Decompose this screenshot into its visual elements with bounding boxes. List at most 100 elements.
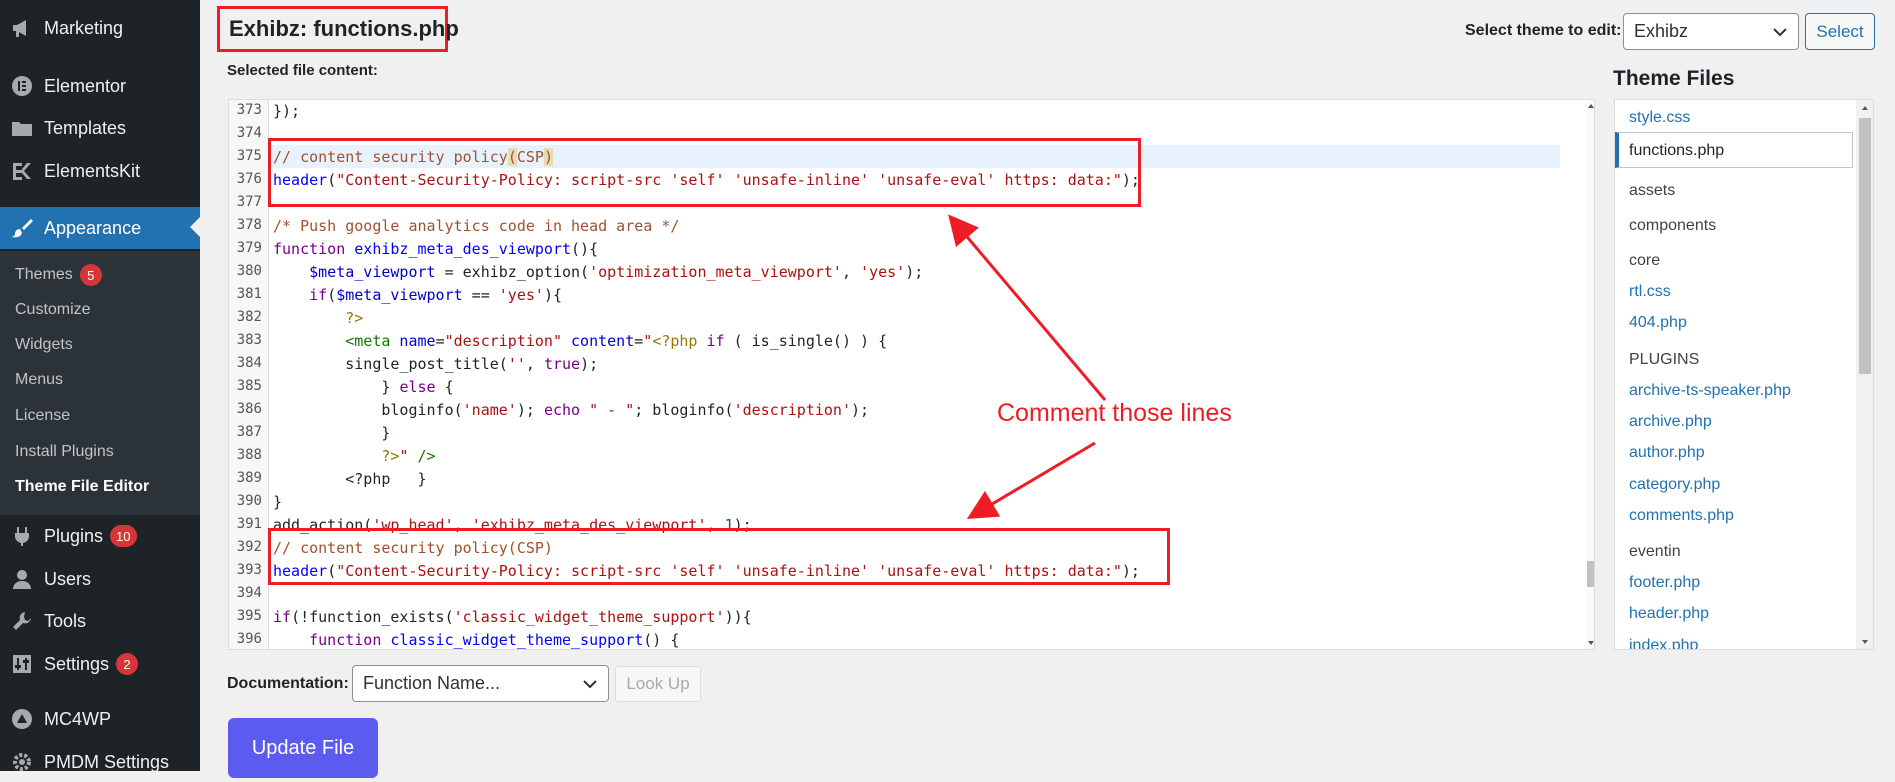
file-item[interactable]: index.php [1629, 637, 1698, 649]
line-number: 377 [236, 194, 262, 210]
page-title: Exhibz: functions.php [229, 16, 459, 41]
documentation-label: Documentation: [227, 675, 349, 692]
menu-item-marketing[interactable]: Marketing [0, 8, 200, 48]
line-number: 386 [236, 401, 262, 417]
submenu-label: Widgets [15, 336, 73, 353]
code-line: bloginfo('name'); echo " - "; bloginfo('… [381, 401, 870, 419]
file-item[interactable]: archive.php [1629, 413, 1712, 431]
menu-item-appearance[interactable]: Appearance [0, 207, 200, 249]
submenu-label: Themes [15, 266, 73, 283]
user-icon [10, 567, 34, 591]
menu-item-pmdm-settings[interactable]: PMDM Settings [0, 742, 200, 782]
menu-label: PMDM Settings [44, 751, 170, 772]
line-number: 391 [236, 516, 262, 532]
line-number: 374 [236, 125, 262, 141]
line-number: 393 [236, 562, 262, 578]
look-up-button[interactable]: Look Up [615, 666, 701, 702]
file-item[interactable]: 404.php [1629, 314, 1687, 332]
submenu-item-widgets[interactable]: Widgets [15, 336, 73, 354]
elementor-icon [10, 74, 34, 98]
theme-select-value: Exhibz [1634, 21, 1689, 41]
menu-label: Marketing [44, 17, 124, 38]
code-line: }); [273, 102, 301, 120]
folder-item[interactable]: eventin [1629, 543, 1681, 561]
line-number: 390 [236, 493, 262, 509]
submenu-item-license[interactable]: License [15, 407, 70, 425]
line-number: 380 [236, 263, 262, 279]
file-item[interactable]: footer.php [1629, 574, 1700, 592]
submenu-label: Customize [15, 301, 91, 318]
line-number: 385 [236, 378, 262, 394]
theme-select[interactable]: Exhibz [1623, 13, 1799, 50]
submenu-item-install-plugins[interactable]: Install Plugins [15, 443, 114, 461]
line-number: 387 [236, 424, 262, 440]
file-item[interactable]: rtl.css [1629, 283, 1671, 301]
function-name-value: Function Name... [363, 673, 501, 693]
menu-item-tools[interactable]: Tools [0, 601, 200, 641]
folder-item[interactable]: PLUGINS [1629, 351, 1699, 369]
submenu-item-menus[interactable]: Menus [15, 371, 63, 389]
submenu-item-themes[interactable]: Themes 5 [15, 264, 102, 286]
menu-label: Users [44, 568, 92, 589]
file-item[interactable]: comments.php [1629, 507, 1734, 525]
line-number: 384 [236, 355, 262, 371]
submenu-item-customize[interactable]: Customize [15, 301, 91, 319]
annotation-box-bottom [268, 528, 1170, 585]
line-number: 382 [236, 309, 262, 325]
editor-scrollbar[interactable] [1587, 100, 1594, 649]
line-number-gutter: 373 374 375 376 377 378 379 380 381 382 … [229, 100, 269, 649]
menu-label-text: Settings [44, 653, 110, 674]
line-number: 376 [236, 171, 262, 187]
menu-item-plugins[interactable]: Plugins 10 [0, 516, 200, 556]
menu-item-elementor[interactable]: Elementor [0, 66, 200, 106]
line-number: 389 [236, 470, 262, 486]
folder-item[interactable]: assets [1629, 182, 1675, 200]
menu-label: Elementor [44, 75, 127, 96]
theme-files-scroll-thumb[interactable] [1859, 118, 1871, 374]
file-item[interactable]: style.css [1629, 109, 1690, 127]
submenu-label: Theme File Editor [15, 478, 150, 495]
annotation-note: Comment those lines [997, 399, 1232, 427]
line-number: 394 [236, 585, 262, 601]
annotation-box-top [268, 138, 1141, 207]
chevron-down-icon [582, 676, 598, 697]
line-number: 378 [236, 217, 262, 233]
code-line: function classic_widget_theme_support() … [309, 631, 680, 649]
menu-label: Plugins 10 [44, 525, 137, 547]
file-item[interactable]: author.php [1629, 444, 1705, 462]
file-item-active[interactable]: functions.php [1629, 142, 1724, 160]
line-number: 395 [236, 608, 262, 624]
code-line: single_post_title('', true); [345, 355, 599, 373]
folder-item[interactable]: core [1629, 252, 1660, 270]
megaphone-icon [10, 16, 34, 40]
menu-item-templates[interactable]: Templates [0, 108, 200, 148]
menu-item-mc4wp[interactable]: MC4WP [0, 699, 200, 739]
update-count-badge: 10 [110, 525, 137, 547]
submenu-item-theme-file-editor[interactable]: Theme File Editor [15, 478, 149, 496]
line-number: 383 [236, 332, 262, 348]
select-theme-button[interactable]: Select [1805, 13, 1875, 50]
menu-item-users[interactable]: Users [0, 559, 200, 599]
scroll-down-icon [1862, 640, 1868, 644]
line-number: 392 [236, 539, 262, 555]
update-count-badge: 5 [79, 264, 102, 286]
code-line: } [273, 493, 283, 511]
menu-item-elementskit[interactable]: ElementsKit [0, 151, 200, 191]
code-line: <meta name="description" content="<?php … [345, 332, 888, 350]
file-item[interactable]: header.php [1629, 605, 1709, 623]
function-name-select[interactable]: Function Name... [352, 665, 609, 702]
submenu-label: Install Plugins [15, 443, 114, 460]
code-line: } else { [381, 378, 454, 396]
update-file-button[interactable]: Update File [228, 718, 378, 778]
folder-item[interactable]: components [1629, 217, 1716, 235]
editor-scroll-thumb[interactable] [1587, 561, 1594, 587]
page-title-box: Exhibz: functions.php [217, 6, 459, 52]
menu-item-settings[interactable]: Settings 2 [0, 644, 200, 684]
menu-label: Templates [44, 117, 127, 138]
file-item[interactable]: archive-ts-speaker.php [1629, 382, 1791, 400]
scroll-up-icon [1588, 104, 1594, 108]
theme-files-title: Theme Files [1613, 67, 1735, 90]
selected-file-label: Selected file content: [227, 62, 378, 79]
submenu-label: Menus [15, 371, 64, 388]
file-item[interactable]: category.php [1629, 476, 1720, 494]
